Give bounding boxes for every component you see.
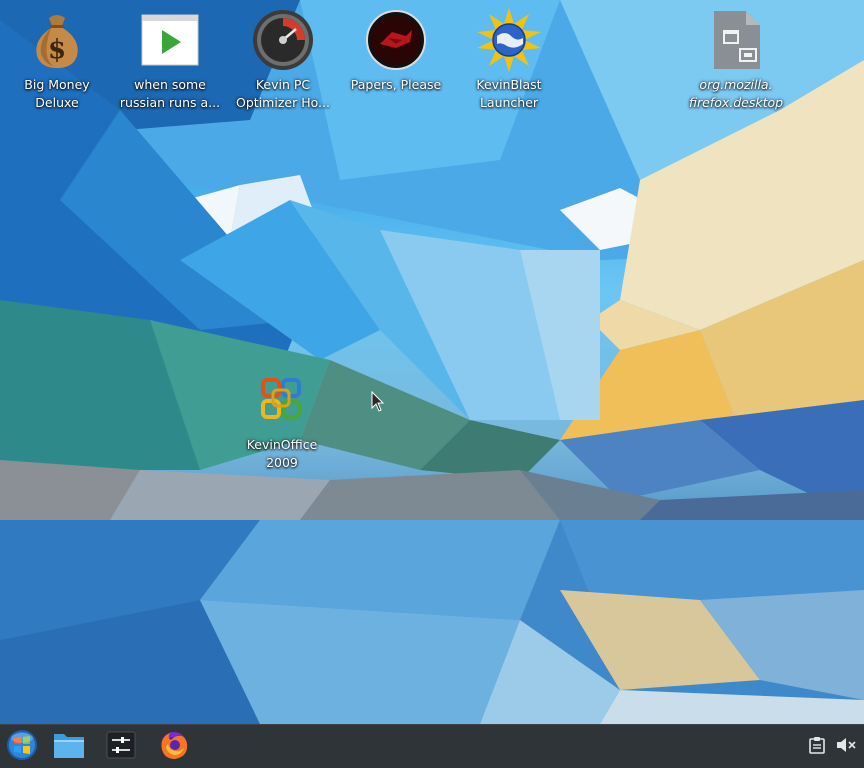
icon-label: Kevin PC Optimizer Ho... xyxy=(236,77,330,110)
icon-label: KevinBlast Launcher xyxy=(476,77,542,110)
folder-icon xyxy=(53,731,85,763)
icon-label: Papers, Please xyxy=(350,77,442,92)
papers-please-icon xyxy=(364,8,428,72)
desktop-icon-russian-video[interactable]: when some russian runs a... xyxy=(114,8,226,112)
globe-sun-icon xyxy=(477,8,541,72)
speedometer-icon xyxy=(251,8,315,72)
start-orb-icon xyxy=(6,729,38,765)
desktop-icon-kevinoffice-2009[interactable]: KevinOffice 2009 xyxy=(226,368,338,472)
icon-label: Big Money Deluxe xyxy=(24,77,90,110)
taskbar xyxy=(0,724,864,768)
desktop-icon-firefox-desktop-file[interactable]: org.mozilla. firefox.desktop xyxy=(680,8,792,112)
video-play-icon xyxy=(138,8,202,72)
clipboard-icon xyxy=(809,736,825,758)
tray-clipboard-button[interactable] xyxy=(807,737,827,757)
speaker-muted-icon xyxy=(836,736,856,758)
icon-label: org.mozilla. firefox.desktop xyxy=(688,77,784,110)
money-bag-icon: $ xyxy=(25,8,89,72)
desktop-file-icon xyxy=(704,8,768,72)
desktop-icon-kevin-pc-optimizer[interactable]: Kevin PC Optimizer Ho... xyxy=(227,8,339,112)
start-menu-button[interactable] xyxy=(5,730,39,764)
icon-label: when some russian runs a... xyxy=(119,77,221,110)
firefox-icon xyxy=(158,729,190,765)
desktop[interactable]: $ Big Money Deluxe when some russian run… xyxy=(0,0,864,724)
icon-label: KevinOffice 2009 xyxy=(246,437,318,470)
desktop-icon-kevinblast-launcher[interactable]: KevinBlast Launcher xyxy=(453,8,565,112)
tray-volume-button[interactable] xyxy=(836,737,856,757)
taskbar-file-manager-button[interactable] xyxy=(52,730,86,764)
desktop-icon-papers-please[interactable]: Papers, Please xyxy=(340,8,452,94)
svg-text:$: $ xyxy=(48,35,66,65)
desktop-icon-big-money-deluxe[interactable]: $ Big Money Deluxe xyxy=(1,8,113,112)
taskbar-system-settings-button[interactable] xyxy=(104,730,138,764)
mouse-pointer-icon xyxy=(371,390,385,417)
taskbar-firefox-button[interactable] xyxy=(157,730,191,764)
settings-sliders-icon xyxy=(106,731,136,763)
office-icon xyxy=(250,368,314,432)
